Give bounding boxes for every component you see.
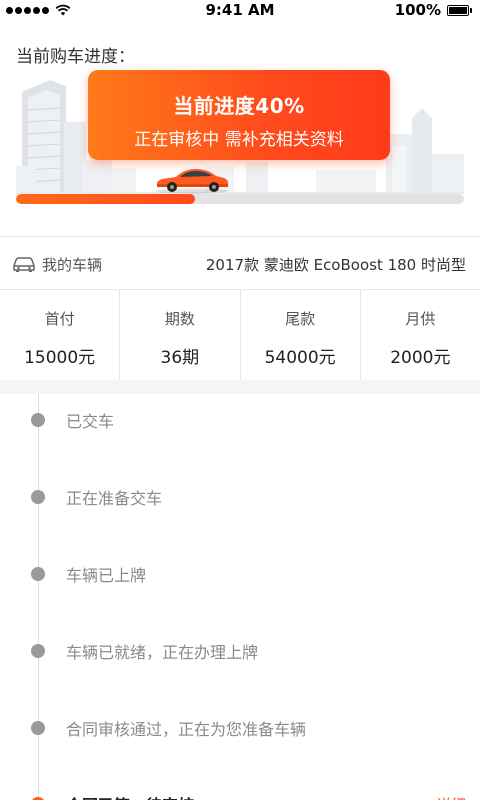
vehicle-model: 2017款 蒙迪欧 EcoBoost 180 时尚型 xyxy=(205,255,466,274)
timeline-dot xyxy=(31,413,45,427)
timeline-item: 合同审核通过，正在为您准备车辆 xyxy=(0,708,480,748)
stat-value: 36期 xyxy=(160,348,200,368)
progress-bubble: 当前进度40% 正在审核中 需补充相关资料 xyxy=(88,70,390,160)
car-outline-icon xyxy=(12,255,36,273)
wifi-icon xyxy=(55,4,71,16)
stat-label: 期数 xyxy=(164,310,195,328)
stat-balloon-payment: 尾款 54000元 xyxy=(241,290,361,380)
progress-bar-fill xyxy=(16,194,196,204)
timeline-dot xyxy=(31,567,45,581)
timeline-item-current[interactable]: 合同已签，待审核 详细 xyxy=(0,784,480,800)
order-timeline: 已交车 正在准备交车 车辆已上牌 车辆已就绪，正在办理上牌 合同审核通过，正在为… xyxy=(0,394,480,800)
order-progress-page: 9:41 AM 100% 当前购车进度： 当前进度40% 正在审核中 需补充相关… xyxy=(0,0,480,800)
timeline-text: 合同审核通过，正在为您准备车辆 xyxy=(66,720,307,739)
car-icon xyxy=(156,169,229,194)
progress-status: 正在审核中 需补充相关资料 xyxy=(134,130,344,150)
stat-monthly-payment: 月供 2000元 xyxy=(361,290,480,380)
timeline-item: 正在准备交车 xyxy=(0,477,480,517)
payment-summary: 首付 15000元 期数 36期 尾款 54000元 月供 2000元 xyxy=(0,290,480,380)
progress-title: 当前购车进度： xyxy=(16,47,135,67)
signal-strength-icon xyxy=(6,6,49,14)
stat-term: 期数 36期 xyxy=(120,290,241,380)
timeline-text: 车辆已上牌 xyxy=(66,566,147,585)
stat-value: 54000元 xyxy=(264,348,336,368)
stat-value: 2000元 xyxy=(390,348,451,368)
vehicle-row[interactable]: 我的车辆 2017款 蒙迪欧 EcoBoost 180 时尚型 xyxy=(0,239,480,289)
divider xyxy=(0,236,480,237)
timeline-dot xyxy=(31,644,45,658)
status-bar: 9:41 AM 100% xyxy=(0,0,480,20)
timeline-text: 已交车 xyxy=(66,412,115,431)
progress-hero: 当前进度40% 正在审核中 需补充相关资料 xyxy=(16,70,464,200)
status-right: 100% xyxy=(395,1,480,19)
progress-headline: 当前进度40% xyxy=(173,94,305,118)
stat-label: 尾款 xyxy=(285,310,316,328)
timeline-text: 车辆已就绪，正在办理上牌 xyxy=(66,643,259,662)
battery-icon xyxy=(447,4,472,16)
timeline-text: 正在准备交车 xyxy=(66,489,163,508)
section-gap xyxy=(0,380,480,394)
progress-bar xyxy=(16,194,464,204)
timeline-item: 车辆已就绪，正在办理上牌 xyxy=(0,631,480,671)
stat-value: 15000元 xyxy=(24,348,96,368)
stat-label: 首付 xyxy=(44,310,75,328)
timeline-text: 合同已签，待审核 xyxy=(66,792,194,800)
battery-percent: 100% xyxy=(394,1,441,19)
timeline-item: 已交车 xyxy=(0,400,480,440)
timeline-item: 车辆已上牌 xyxy=(0,554,480,594)
stat-down-payment: 首付 15000元 xyxy=(0,290,121,380)
timeline-dot xyxy=(31,721,45,735)
stat-label: 月供 xyxy=(405,310,436,328)
timeline-dot xyxy=(31,490,45,504)
vehicle-label: 我的车辆 xyxy=(42,255,103,274)
timeline-detail-link[interactable]: 详细 xyxy=(436,794,466,800)
status-left xyxy=(0,4,71,16)
